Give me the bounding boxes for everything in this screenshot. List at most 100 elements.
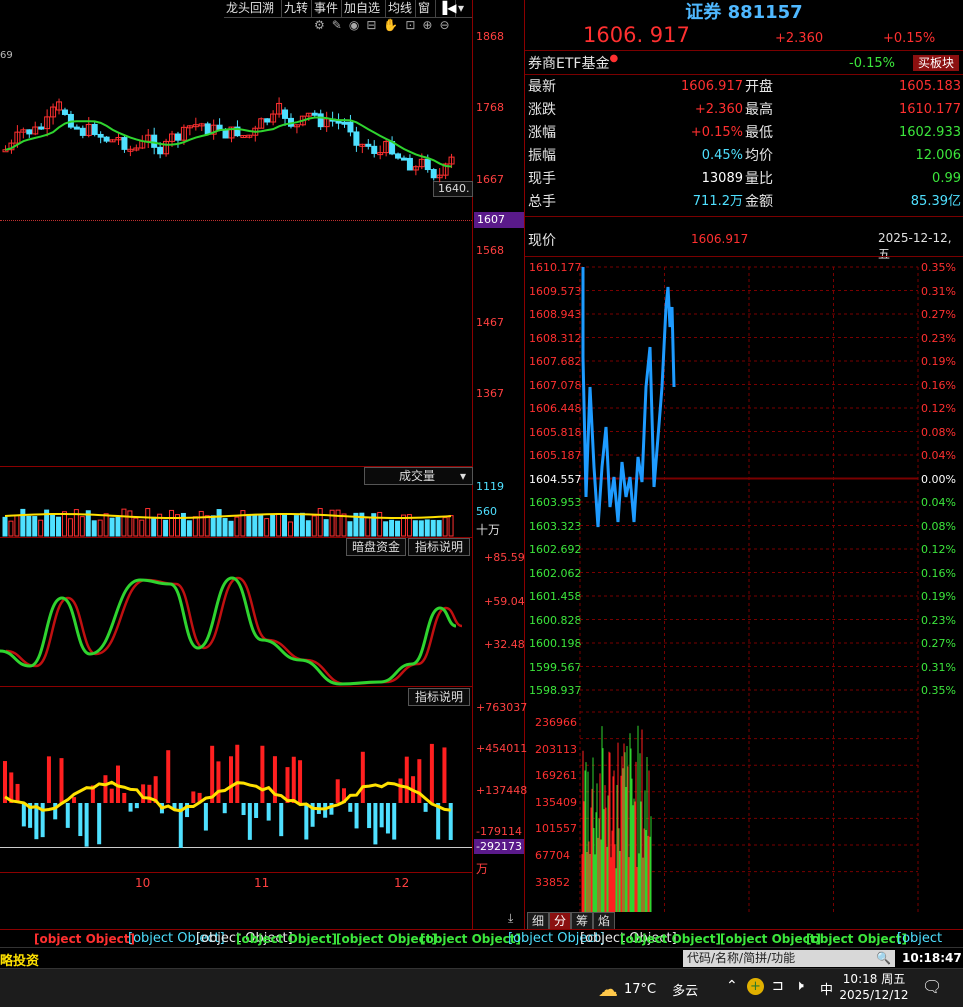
volume-bar [8,520,14,537]
quote-value: 85.39亿 [910,194,961,209]
candle [282,109,289,119]
taskbar-clock[interactable]: 10:18 周五 2025/12/12 [838,971,910,1003]
divider [525,216,963,217]
flow-bar [379,803,384,828]
volume-menu[interactable]: 成交量 ▾ [364,467,473,485]
candle [317,113,324,128]
intraday-price-tick: 1602.062 [529,566,582,580]
quote-label: 振幅 [528,148,556,164]
dark-pool-button[interactable]: 暗盘资金 [346,538,406,556]
tab-detail[interactable]: 细 [527,912,549,930]
candle [174,133,181,141]
candle [157,146,164,155]
flow-bar [134,803,139,809]
flow-bar [229,756,233,803]
intraday-tabs: 细 分 筹 焰 [527,912,615,930]
cloud-icon: ☁ [598,977,618,1001]
quote-value: 1606.917 [680,79,743,94]
intraday-price-tick: 1604.557 [529,472,582,486]
quote-value: 13089 [701,171,743,186]
indicator-desc-button-2[interactable]: 指标说明 [408,688,470,706]
status-item: [object Object] [620,932,721,946]
volume-bar [50,513,56,537]
header-price: 1606. 917 [583,23,690,47]
candle [424,158,431,171]
chevron-up-icon[interactable]: ⌃ [726,978,738,994]
volume-bar [32,516,38,537]
intraday-pct-tick: 0.12% [921,402,956,415]
quote-value: 1610.177 [898,102,961,117]
speaker-muted-icon[interactable]: 🕨 [795,978,804,994]
flow-bar [423,803,428,812]
buy-board-button[interactable]: 买板块 [913,55,959,71]
intraday-volume-tick: 203113 [535,742,577,756]
weather-widget[interactable]: ☁ 17°C 多云 [598,977,698,1001]
indicator-desc-button[interactable]: 指标说明 [408,538,470,556]
volume-bar [418,520,424,537]
download-icon[interactable]: ⤓ [508,911,513,926]
network-icon[interactable]: ⊐ [772,978,784,994]
osc-tick: +32.48 [484,638,525,651]
flow-bar [285,767,290,803]
volume-bar [442,517,448,537]
tab-minute[interactable]: 分 [549,912,571,930]
intraday-price-tick: 1605.818 [529,425,582,439]
flow-divider [0,686,472,687]
volume-bar [246,513,252,537]
quote-label: 金额 [745,194,773,210]
bottom-info-bar: 略投资 代码/名称/简拼/功能 🔍 10:18:47 [0,947,963,969]
intraday-pct-tick: 0.00% [921,472,956,486]
candle [91,123,98,135]
osc-line-slow [5,576,463,686]
flow-bar [128,803,133,812]
flow-bar [354,803,359,829]
tab-flame[interactable]: 焰 [593,912,615,930]
price-tick: 1667 [476,173,504,186]
candle [103,136,110,142]
flow-bar [348,803,353,812]
volume-bar [169,509,175,537]
search-box[interactable]: 代码/名称/简拼/功能 🔍 [683,950,895,967]
flow-bar [398,778,403,803]
volume-bar [228,520,234,537]
chevron-down-icon: ▾ [459,469,466,483]
kline-panel: 龙头回溯 九转 事件 加自选 均线 窗 ▐◀ ▾ ⚙✎◉⊟✋⊡⊕⊖ 69 186… [0,0,527,930]
date-tick: 11 [254,876,270,890]
flow-bar [241,803,246,816]
candle [430,169,437,179]
notification-icon[interactable]: 🗨 [922,977,942,996]
app-tray-icon[interactable]: + [747,978,764,995]
intraday-price-tick: 1600.828 [529,613,582,627]
intraday-pct-tick: 0.31% [921,284,956,298]
flow-bar [429,743,434,803]
quote-row: 最新 1606.917 开盘 1605.183 [525,76,963,98]
flow-bar [147,784,152,803]
flow-current-badge: -292173 [474,839,524,854]
intraday-price-tick: 1610.177 [529,261,582,274]
intraday-chart[interactable] [579,266,920,912]
volume-bar [282,514,288,537]
status-item: [object Object] [806,932,907,946]
volume-bar [258,514,264,537]
volume-bar [395,520,401,537]
quote-row: 现手 13089 量比 0.99 [525,168,963,190]
quote-value: 0.99 [932,171,961,186]
flow-bar [373,803,378,845]
kline-chart[interactable] [0,0,472,470]
flow-bar [216,761,221,803]
ime-indicator[interactable]: 中 [820,979,833,998]
volume-bar [448,515,454,537]
flow-bar [404,756,409,803]
volume-bar [305,520,311,537]
search-icon[interactable]: 🔍 [876,950,891,966]
volume-bar [20,508,26,537]
stock-title: 证券 881157 [525,0,963,24]
tab-chips[interactable]: 筹 [571,912,593,930]
candle [406,157,413,171]
intraday-pct-tick: 0.19% [921,590,956,603]
price-tick: 1367 [476,387,504,400]
sector-row[interactable]: 券商ETF基金● [528,53,618,73]
price-tick: 1768 [476,101,504,114]
sector-pct: -0.15% [849,56,895,71]
intraday-pct-tick: 0.19% [921,355,956,368]
